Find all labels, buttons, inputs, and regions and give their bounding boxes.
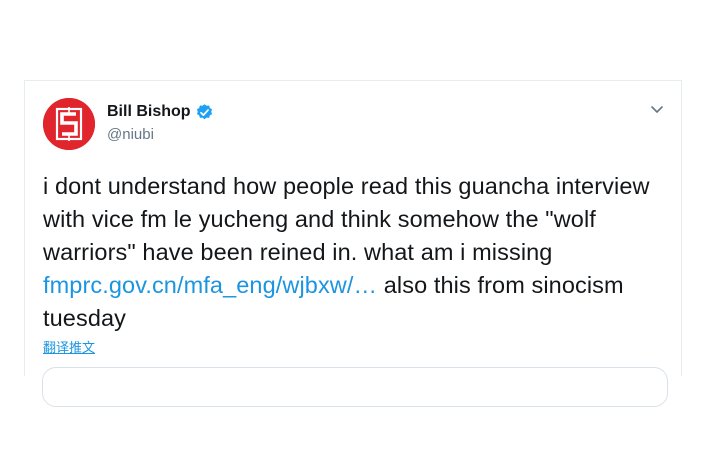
translate-tweet-link[interactable]: 翻译推文 [43, 337, 95, 356]
tweet-link[interactable]: fmprc.gov.cn/mfa_eng/wjbxw/… [43, 272, 377, 298]
author-name[interactable]: Bill Bishop [107, 102, 214, 122]
quoted-tweet-card[interactable] [42, 367, 668, 407]
tweet-text: i dont understand how people read this g… [43, 170, 673, 335]
author-block[interactable]: Bill Bishop @niubi [107, 102, 214, 144]
avatar[interactable] [43, 98, 95, 150]
sinocism-logo-icon [43, 98, 95, 150]
tweet-text-part1: i dont understand how people read this g… [43, 173, 650, 265]
display-name-text[interactable]: Bill Bishop [107, 102, 191, 122]
author-handle[interactable]: @niubi [107, 125, 214, 144]
verified-badge-icon [196, 103, 212, 119]
tweet-card[interactable]: Bill Bishop @niubi i dont understand how… [24, 80, 682, 407]
chevron-down-icon[interactable] [649, 101, 665, 117]
